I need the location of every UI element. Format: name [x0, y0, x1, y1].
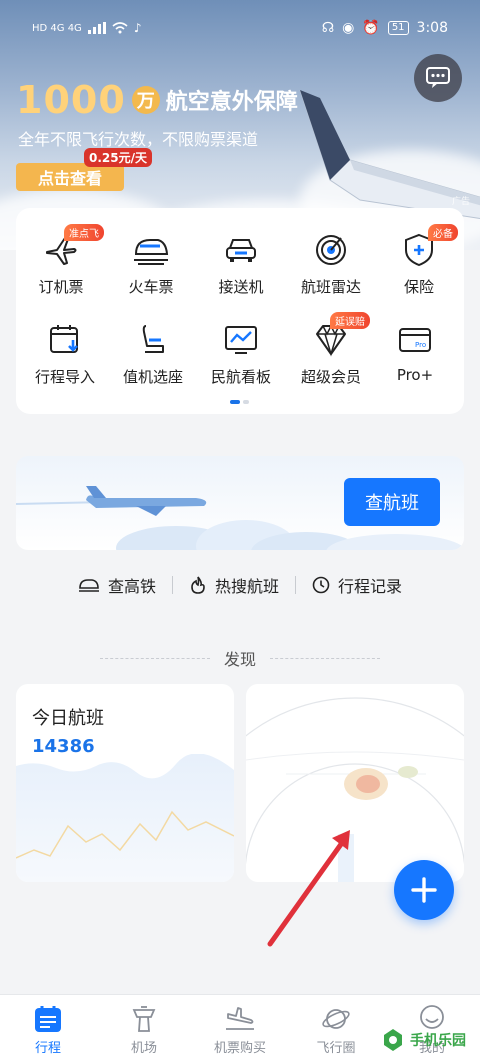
- quick-action-label: Pro+: [396, 366, 434, 384]
- site-watermark: 手机乐园: [380, 1027, 466, 1053]
- watermark-logo-icon: [384, 1029, 402, 1051]
- quick-action-super-member[interactable]: 超级会员 延误赔: [286, 312, 376, 387]
- discover-title: 发现: [224, 650, 257, 669]
- radar-icon: [316, 235, 346, 265]
- train-icon: [134, 239, 169, 265]
- quick-action-pro-plus[interactable]: Pro Pro+: [370, 320, 460, 384]
- nav-label: 机场: [130, 1041, 157, 1056]
- link-label: 行程记录: [338, 577, 403, 596]
- flights-wave-illustration: [16, 754, 234, 882]
- banner-title: 航空意外保障: [165, 90, 298, 115]
- quick-action-flight-radar[interactable]: 航班雷达: [286, 230, 376, 297]
- fire-icon: [191, 576, 205, 594]
- quick-action-aviation-board[interactable]: 民航看板: [196, 320, 286, 387]
- link-label: 查高铁: [107, 577, 156, 596]
- train-small-icon: [78, 579, 99, 592]
- quick-action-badge: 准点飞: [64, 224, 104, 241]
- today-flights-title: 今日航班: [32, 708, 104, 729]
- divider: [270, 657, 381, 659]
- car-icon: [226, 239, 256, 262]
- flight-search-card: 查航班: [16, 456, 464, 550]
- pro-card-icon: Pro: [399, 328, 431, 352]
- shortcut-links: 查高铁 热搜航班 行程记录: [0, 570, 480, 600]
- chat-bubble-icon: [426, 67, 450, 88]
- quick-action-label: 民航看板: [210, 368, 271, 386]
- quick-action-label: 超级会员: [300, 368, 361, 386]
- planet-icon: [322, 1009, 350, 1029]
- quick-action-train[interactable]: 火车票: [106, 230, 196, 297]
- link-high-speed-rail[interactable]: 查高铁: [62, 573, 172, 597]
- plus-icon: [411, 877, 437, 903]
- quick-action-import-itinerary[interactable]: 行程导入: [20, 320, 110, 387]
- quick-action-badge: 延误赔: [330, 312, 370, 329]
- page-dot-active: [230, 400, 240, 404]
- quick-action-label: 接送机: [218, 278, 264, 296]
- nav-label: 行程: [34, 1041, 61, 1056]
- eye-icon: ◉: [342, 20, 355, 36]
- seat-icon: [142, 325, 164, 353]
- watermark-text: 手机乐园: [410, 1033, 466, 1049]
- dashboard-icon: [225, 326, 257, 354]
- nav-buy-tickets[interactable]: 机票购买: [192, 995, 288, 1061]
- quick-action-insurance[interactable]: 保险 必备: [374, 224, 464, 297]
- clock-time: 3:08: [416, 20, 448, 36]
- music-icon: ♪: [133, 21, 142, 35]
- headphones-icon: ☊: [321, 20, 335, 36]
- quick-actions-card: 订机票 准点飞 火车票 接送机 航班雷达 保险 必备 行程导入 值机选座 民航看…: [16, 208, 464, 414]
- wifi-icon: [112, 22, 128, 34]
- signal-icon: [87, 22, 106, 34]
- airport-tower-icon: [132, 1006, 156, 1032]
- quick-action-book-flight[interactable]: 订机票 准点飞: [16, 224, 106, 297]
- network-indicators: HD 4G 4G ♪: [32, 21, 141, 35]
- banner-view-button[interactable]: 点击查看: [16, 163, 124, 191]
- banner-price-tag: 0.25元/天: [84, 148, 152, 167]
- quick-action-label: 航班雷达: [300, 278, 361, 296]
- link-trending-flights[interactable]: 热搜航班: [173, 573, 295, 597]
- quick-action-transfer[interactable]: 接送机: [196, 230, 286, 297]
- link-trip-history[interactable]: 行程记录: [296, 573, 418, 597]
- quick-action-label: 火车票: [128, 278, 174, 296]
- battery-indicator: 51: [387, 21, 409, 35]
- nav-airport[interactable]: 机场: [96, 995, 192, 1061]
- quick-action-label: 保险: [403, 278, 434, 296]
- quick-action-label: 行程导入: [34, 368, 95, 386]
- page-indicator: [230, 400, 249, 404]
- nav-label: 机票购买: [213, 1041, 266, 1056]
- discover-heading: 发现: [100, 646, 381, 670]
- nav-itinerary[interactable]: 行程: [0, 995, 96, 1061]
- nav-flying-circle[interactable]: 飞行圈: [288, 995, 384, 1061]
- today-flights-card[interactable]: 今日航班 14386: [16, 684, 234, 882]
- network-text: HD 4G 4G: [32, 22, 82, 34]
- customer-service-button[interactable]: [414, 54, 462, 102]
- ad-label: 广告: [451, 197, 470, 207]
- search-flights-button[interactable]: 查航班: [344, 478, 440, 526]
- alarm-icon: ⏰: [362, 20, 380, 36]
- calendar-import-icon: [50, 325, 78, 353]
- page-dot: [243, 400, 249, 404]
- link-label: 热搜航班: [214, 577, 279, 596]
- quick-action-badge: 必备: [428, 224, 458, 241]
- quick-action-checkin-seat[interactable]: 值机选座: [108, 320, 198, 387]
- divider: [100, 657, 210, 659]
- svg-text:Pro: Pro: [415, 341, 426, 349]
- status-bar: HD 4G 4G ♪ ☊ ◉ ⏰ 51 3:08: [0, 0, 480, 56]
- itinerary-icon: [35, 1006, 61, 1032]
- banner-amount-unit: 万: [131, 86, 160, 114]
- plane-landing-icon: [226, 1007, 254, 1030]
- add-button[interactable]: [394, 860, 454, 920]
- nav-label: 飞行圈: [316, 1041, 356, 1056]
- banner-amount: 1000: [16, 78, 126, 122]
- clock-icon: [312, 576, 330, 594]
- quick-action-label: 值机选座: [122, 368, 183, 386]
- annotation-arrow: [267, 830, 350, 947]
- today-flights-count: 14386: [32, 736, 95, 757]
- quick-action-label: 订机票: [38, 278, 84, 296]
- banner-subtitle: 全年不限飞行次数，不限购票渠道: [18, 130, 259, 149]
- airplane-illustration: [16, 486, 207, 516]
